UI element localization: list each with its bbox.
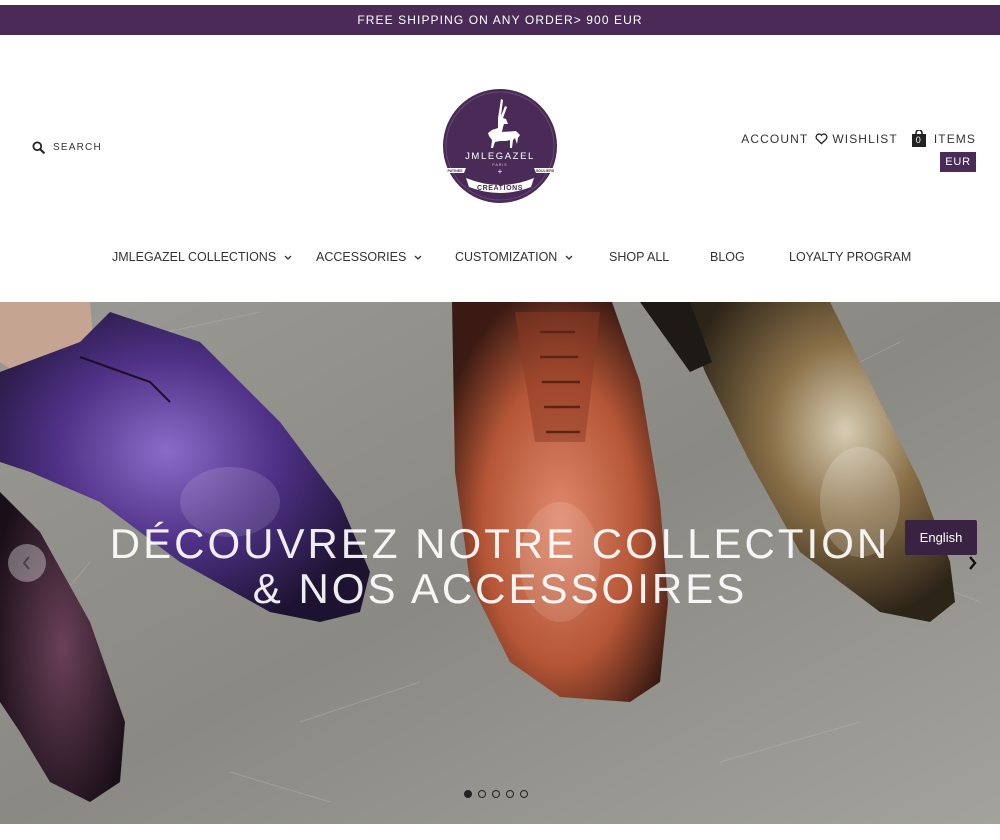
chevron-right-icon (969, 556, 977, 570)
language-button[interactable]: English (905, 520, 977, 555)
chevron-down-icon (565, 255, 573, 260)
slider-dot[interactable] (520, 790, 528, 798)
slider-dot[interactable] (478, 790, 486, 798)
cart-link[interactable]: 0 ITEMS (911, 130, 976, 148)
language-label: English (919, 530, 963, 545)
hero-slider[interactable]: DÉCOUVREZ NOTRE COLLECTION & NOS ACCESSO… (0, 302, 1000, 824)
cart-count: 0 (911, 134, 926, 147)
search-label: SEARCH (53, 142, 102, 153)
slider-dot[interactable] (506, 790, 514, 798)
slider-dot[interactable] (464, 790, 472, 798)
chevron-down-icon (414, 255, 422, 260)
items-label: ITEMS (933, 132, 976, 146)
logo-brand-text: JMLEGAZEL (465, 151, 535, 162)
nav-label: BLOG (710, 250, 745, 264)
slider-prev-button[interactable] (8, 544, 46, 582)
chevron-down-icon (284, 255, 292, 260)
hero-headline-line2: & NOS ACCESSOIRES (252, 565, 748, 612)
account-label: ACCOUNT (741, 132, 809, 146)
brand-logo[interactable]: JMLEGAZEL PARIS PATINES SOULIERS + CREAT… (440, 86, 560, 206)
search-button[interactable]: SEARCH (32, 141, 102, 154)
promo-text: FREE SHIPPING ON ANY ORDER> 900 EUR (357, 13, 643, 27)
wishlist-link[interactable]: WISHLIST (815, 132, 897, 146)
shopping-bag-icon: 0 (911, 130, 926, 148)
nav-item-customization[interactable]: CUSTOMIZATION (455, 250, 573, 264)
slider-next-button[interactable] (962, 552, 982, 574)
hero-headline-line1: DÉCOUVREZ NOTRE COLLECTION (109, 520, 891, 567)
main-nav: JMLEGAZEL COLLECTIONS ACCESSORIES CUSTOM… (0, 250, 1000, 272)
svg-text:+: + (498, 167, 503, 176)
slider-dot[interactable] (492, 790, 500, 798)
nav-item-jmlegazel-collections[interactable]: JMLEGAZEL COLLECTIONS (112, 250, 292, 264)
heart-icon (815, 133, 828, 145)
logo-right-ribbon: SOULIERS (536, 169, 555, 173)
promo-banner: FREE SHIPPING ON ANY ORDER> 900 EUR (0, 5, 1000, 35)
nav-label: CUSTOMIZATION (455, 250, 558, 264)
currency-selector[interactable]: EUR (940, 152, 976, 172)
logo-left-ribbon: PATINES (447, 169, 463, 173)
nav-label: ACCESSORIES (316, 250, 407, 264)
account-bar: ACCOUNT WISHLIST 0 ITEMS (741, 130, 976, 148)
nav-label: LOYALTY PROGRAM (789, 250, 912, 264)
nav-label: JMLEGAZEL COLLECTIONS (112, 250, 277, 264)
nav-item-blog[interactable]: BLOG (710, 250, 745, 264)
chevron-left-icon (22, 556, 30, 570)
wishlist-label: WISHLIST (832, 132, 898, 146)
account-link[interactable]: ACCOUNT (741, 132, 808, 146)
nav-item-shop-all[interactable]: SHOP ALL (609, 250, 669, 264)
currency-label: EUR (945, 156, 971, 168)
slider-dots (464, 790, 528, 798)
nav-label: SHOP ALL (609, 250, 670, 264)
nav-item-accessories[interactable]: ACCESSORIES (316, 250, 422, 264)
logo-bottom-ribbon: CREATIONS (477, 185, 523, 192)
search-icon (32, 141, 45, 154)
nav-item-loyalty-program[interactable]: LOYALTY PROGRAM (789, 250, 911, 264)
